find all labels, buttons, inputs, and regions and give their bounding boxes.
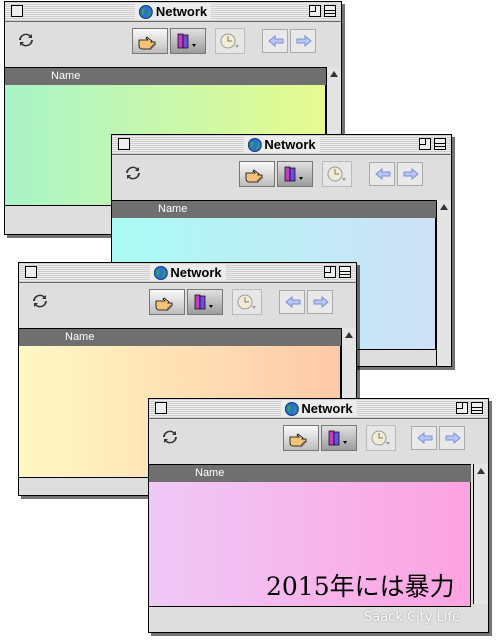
pointer-button[interactable] (283, 425, 319, 451)
clock-button[interactable] (232, 289, 262, 315)
vertical-scrollbar[interactable] (473, 464, 488, 604)
collapse-box[interactable] (324, 5, 336, 17)
close-box[interactable] (25, 266, 37, 278)
forward-button[interactable] (290, 29, 316, 53)
vertical-scrollbar[interactable] (436, 200, 451, 366)
toolbar (5, 22, 341, 66)
forward-arrow-icon (445, 432, 461, 444)
clock-icon (220, 33, 239, 49)
back-button[interactable] (369, 162, 395, 186)
window-title-text: Network (155, 4, 208, 19)
forward-button[interactable] (397, 162, 423, 186)
zoom-box[interactable] (456, 402, 468, 414)
close-box[interactable] (155, 402, 167, 414)
books-icon (284, 166, 303, 182)
clock-button[interactable] (322, 161, 352, 187)
pointing-hand-icon (289, 433, 307, 447)
window-title-text: Network (301, 401, 353, 416)
zoom-box[interactable] (419, 138, 431, 150)
scroll-up-arrow[interactable] (477, 468, 485, 474)
clock-icon (371, 430, 390, 446)
window-title: Network (134, 3, 212, 20)
collapse-box[interactable] (339, 266, 351, 278)
globe-icon (247, 137, 262, 152)
pointer-button[interactable] (149, 289, 185, 315)
window-title: Network (280, 400, 357, 417)
books-button[interactable] (187, 289, 223, 315)
books-icon (177, 33, 196, 49)
clock-button[interactable] (215, 28, 245, 54)
zoom-box[interactable] (324, 266, 336, 278)
clock-icon (327, 166, 346, 182)
back-button[interactable] (411, 426, 437, 450)
column-header-name: Name (195, 467, 225, 479)
scroll-up-arrow[interactable] (345, 332, 353, 338)
toolbar (149, 419, 488, 463)
globe-icon (284, 401, 299, 416)
column-header[interactable]: Name (19, 328, 341, 347)
clock-icon (237, 294, 256, 310)
scroll-up-arrow[interactable] (330, 71, 338, 77)
column-header[interactable]: Name (5, 67, 326, 86)
window-title-text: Network (170, 265, 222, 280)
back-arrow-icon (417, 432, 433, 444)
column-header-name: Name (158, 203, 188, 215)
books-button[interactable] (170, 28, 206, 54)
title-bar[interactable]: Network (19, 263, 356, 283)
books-icon (194, 294, 213, 310)
close-box[interactable] (11, 5, 23, 17)
clock-button[interactable] (366, 425, 396, 451)
toolbar (112, 155, 451, 199)
books-button[interactable] (321, 425, 357, 451)
pointer-button[interactable] (132, 28, 168, 54)
title-bar[interactable]: Network (112, 135, 451, 155)
window-title: Network (149, 264, 226, 281)
forward-arrow-icon (313, 296, 329, 308)
column-header[interactable]: Name (149, 464, 471, 483)
back-button[interactable] (262, 29, 288, 53)
window-title-text: Network (264, 137, 316, 152)
back-button[interactable] (279, 290, 305, 314)
books-button[interactable] (277, 161, 313, 187)
column-header-name: Name (51, 70, 81, 82)
collapse-box[interactable] (434, 138, 446, 150)
watermark: Saack City Life (364, 610, 461, 625)
pointing-hand-icon (245, 169, 263, 183)
refresh-icon[interactable] (32, 293, 48, 309)
pointing-hand-icon (155, 297, 173, 311)
refresh-icon[interactable] (18, 32, 34, 48)
pointer-button[interactable] (239, 161, 275, 187)
back-arrow-icon (268, 35, 284, 47)
toolbar (19, 283, 356, 327)
column-header[interactable]: Name (112, 200, 436, 219)
back-arrow-icon (285, 296, 301, 308)
title-bar[interactable]: Network (5, 2, 341, 22)
back-arrow-icon (375, 168, 391, 180)
globe-icon (153, 265, 168, 280)
forward-arrow-icon (296, 35, 312, 47)
globe-icon (138, 4, 153, 19)
refresh-icon[interactable] (125, 165, 141, 181)
title-bar[interactable]: Network (149, 399, 488, 419)
forward-button[interactable] (439, 426, 465, 450)
collapse-box[interactable] (471, 402, 483, 414)
scroll-up-arrow[interactable] (440, 204, 448, 210)
books-icon (328, 430, 347, 446)
refresh-icon[interactable] (162, 429, 178, 445)
forward-arrow-icon (403, 168, 419, 180)
zoom-box[interactable] (309, 5, 321, 17)
close-box[interactable] (118, 138, 130, 150)
overlay-caption: 2015年には暴力 (266, 572, 455, 601)
window-title: Network (243, 136, 320, 153)
forward-button[interactable] (307, 290, 333, 314)
column-header-name: Name (65, 331, 95, 343)
pointing-hand-icon (138, 36, 156, 50)
